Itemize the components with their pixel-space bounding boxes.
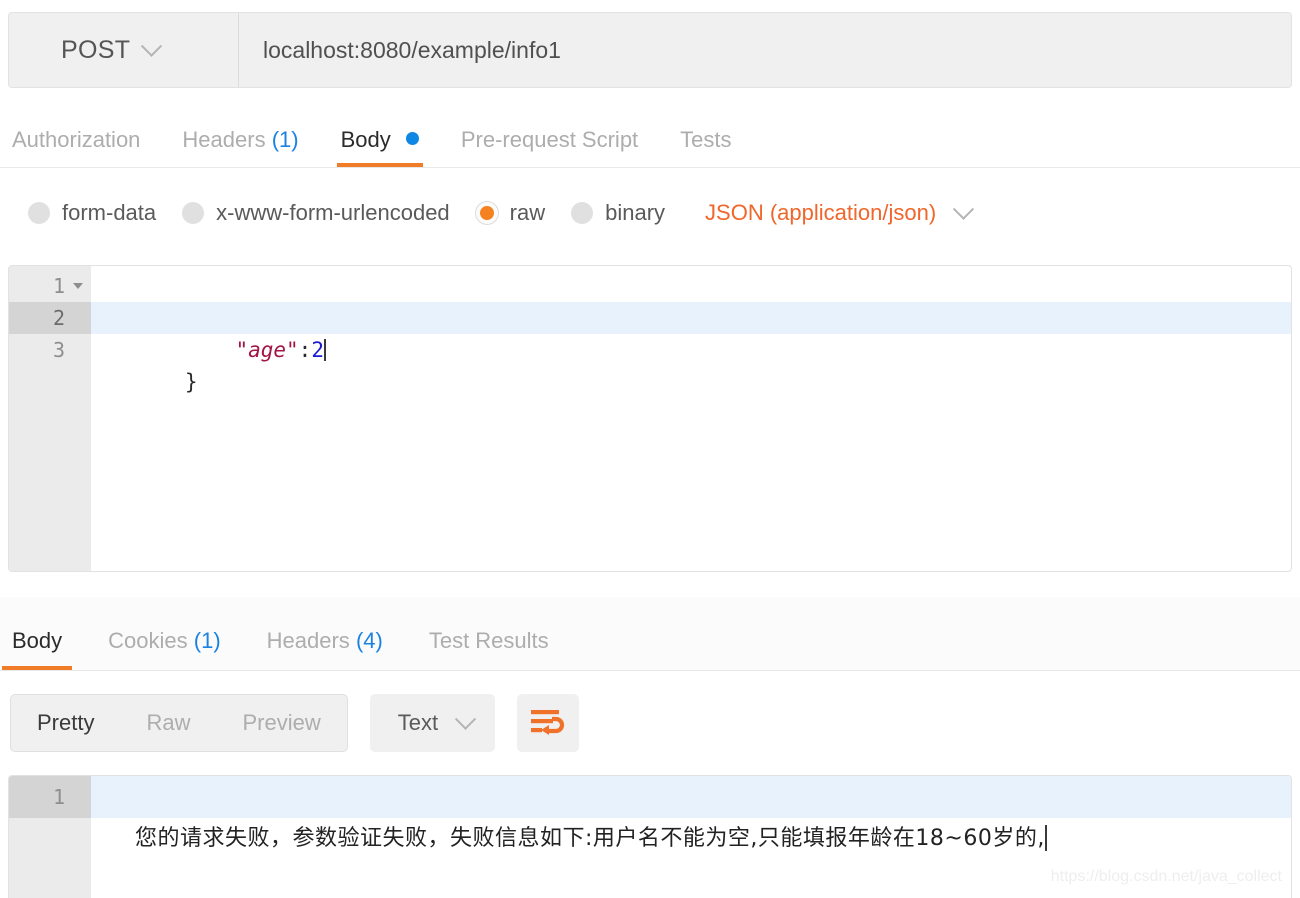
http-method-label: POST <box>61 35 131 64</box>
body-mode-raw[interactable]: raw <box>475 200 546 226</box>
response-body-text: 您的请求失败，参数验证失败，失败信息如下:用户名不能为空,只能填报年龄在18~6… <box>134 826 1045 851</box>
response-tab-headers-count: (4) <box>355 628 383 653</box>
code-line-3: } <box>91 334 1291 394</box>
view-mode-raw[interactable]: Raw <box>120 695 216 751</box>
tab-tests-label: Tests <box>680 127 732 152</box>
response-format-label: Text <box>397 710 439 735</box>
response-line-number-text: 1 <box>52 785 65 809</box>
chevron-down-icon <box>141 35 163 57</box>
body-mode-form-data[interactable]: form-data <box>28 200 156 226</box>
tab-headers[interactable]: Headers (1) <box>182 127 298 167</box>
response-format-selector[interactable]: Text <box>369 694 496 752</box>
url-input[interactable]: localhost:8080/example/info1 <box>239 13 1291 87</box>
view-mode-preview[interactable]: Preview <box>216 695 346 751</box>
response-line-number-1: 1 <box>9 776 91 818</box>
response-tab-body[interactable]: Body <box>2 628 73 670</box>
body-mode-urlencoded-label: x-www-form-urlencoded <box>216 200 450 225</box>
text-cursor <box>1044 825 1047 851</box>
line-number-text: 1 <box>52 274 65 298</box>
view-mode-pretty[interactable]: Pretty <box>11 695 120 751</box>
word-wrap-button[interactable] <box>517 694 580 752</box>
tab-body-active-underline <box>336 163 423 167</box>
body-mode-binary-label: binary <box>605 200 666 225</box>
tab-authorization[interactable]: Authorization <box>12 127 140 167</box>
tab-body-label: Body <box>340 127 391 152</box>
fold-arrow-icon[interactable] <box>73 283 83 289</box>
chevron-down-icon <box>953 198 975 220</box>
http-method-selector[interactable]: POST <box>9 13 239 87</box>
body-mode-binary[interactable]: binary <box>571 200 665 226</box>
body-mode-urlencoded[interactable]: x-www-form-urlencoded <box>182 200 450 226</box>
line-number-text: 2 <box>52 306 65 330</box>
request-tab-bar: Authorization Headers (1) Body Pre-reque… <box>0 108 1300 168</box>
radio-icon-raw-selected <box>475 202 498 224</box>
response-view-mode-group: Pretty Raw Preview <box>10 694 348 752</box>
response-body-line-1: 您的请求失败，参数验证失败，失败信息如下:用户名不能为空,只能填报年龄在18~6… <box>91 776 1291 851</box>
request-url-bar: POST localhost:8080/example/info1 <box>8 12 1292 88</box>
body-modified-dot-icon <box>405 132 419 145</box>
code-line-1: { <box>91 270 1291 330</box>
radio-icon-form-data <box>28 202 50 224</box>
tab-pre-request-script-label: Pre-request Script <box>460 127 639 152</box>
response-tab-cookies[interactable]: Cookies (1) <box>108 628 221 670</box>
editor-code-area[interactable]: { "age":2 } <box>91 266 1291 571</box>
editor-line-number-1: 1 <box>9 270 91 302</box>
tab-authorization-label: Authorization <box>12 127 141 152</box>
url-text: localhost:8080/example/info1 <box>263 36 561 63</box>
response-tab-cookies-count: (1) <box>193 628 221 653</box>
editor-line-number-3: 3 <box>9 334 91 366</box>
response-tab-test-results-label: Test Results <box>428 628 549 653</box>
code-line-3-text: } <box>184 370 198 394</box>
body-mode-raw-label: raw <box>509 200 546 225</box>
tab-headers-label: Headers <box>182 127 266 152</box>
request-body-editor[interactable]: 1 2 3 { "age":2 } <box>8 265 1292 572</box>
tab-headers-count: (1) <box>271 127 299 152</box>
content-type-selector[interactable]: JSON (application/json) <box>705 198 975 226</box>
content-type-label: JSON (application/json) <box>705 200 937 225</box>
tab-pre-request-script[interactable]: Pre-request Script <box>461 127 638 167</box>
body-mode-form-data-label: form-data <box>62 200 157 225</box>
view-mode-raw-label: Raw <box>146 710 191 735</box>
view-mode-preview-label: Preview <box>242 710 321 735</box>
response-toolbar: Pretty Raw Preview Text <box>0 671 1300 775</box>
line-number-text: 3 <box>52 338 65 362</box>
radio-icon-binary <box>571 202 594 224</box>
watermark: https://blog.csdn.net/java_collect <box>1050 868 1282 885</box>
response-tab-test-results[interactable]: Test Results <box>429 628 549 670</box>
response-tab-headers-label: Headers <box>266 628 350 653</box>
chevron-down-icon <box>454 708 477 730</box>
word-wrap-icon <box>531 710 565 735</box>
tab-body[interactable]: Body <box>336 127 423 167</box>
response-tab-bar: Body Cookies (1) Headers (4) Test Result… <box>0 597 1300 671</box>
response-tab-body-label: Body <box>12 628 63 653</box>
body-mode-row: form-data x-www-form-urlencoded raw bina… <box>0 168 1300 258</box>
editor-line-number-2: 2 <box>9 302 91 334</box>
radio-icon-urlencoded <box>182 202 205 224</box>
tab-tests[interactable]: Tests <box>680 127 731 167</box>
view-mode-pretty-label: Pretty <box>37 710 95 735</box>
code-line-2: "age":2 <box>91 302 1291 362</box>
response-tab-headers[interactable]: Headers (4) <box>267 628 383 670</box>
response-tab-body-active-underline <box>2 666 73 670</box>
response-tab-cookies-label: Cookies <box>108 628 188 653</box>
